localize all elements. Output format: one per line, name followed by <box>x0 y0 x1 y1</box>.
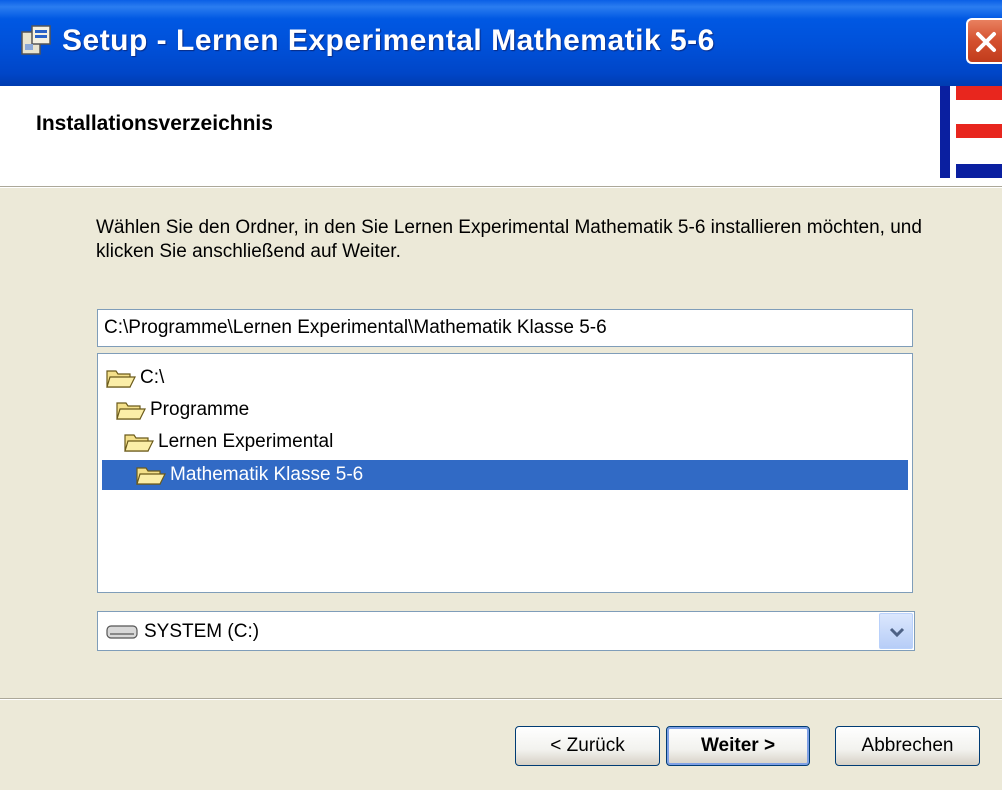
install-path-input[interactable] <box>97 309 913 347</box>
drive-label: SYSTEM (C:) <box>144 621 260 642</box>
drive-select[interactable]: SYSTEM (C:) <box>97 611 915 651</box>
tree-item-label: C:\ <box>140 367 165 388</box>
dropdown-button[interactable] <box>879 613 913 649</box>
folder-open-icon <box>124 434 154 452</box>
tree-item-label: Lernen Experimental <box>158 431 334 452</box>
tree-item-programme[interactable]: Programme <box>116 396 249 424</box>
close-button[interactable] <box>966 18 1002 64</box>
drive-icon <box>106 625 138 639</box>
tree-item-c-drive[interactable]: C:\ <box>106 364 164 392</box>
folder-tree[interactable]: C:\ Programme Lernen Experimental Mathem… <box>97 353 913 593</box>
instruction-text: Wählen Sie den Ordner, in den Sie Lernen… <box>96 217 922 262</box>
close-icon <box>976 32 996 52</box>
tree-item-label: Programme <box>150 399 250 420</box>
header-panel: Installationsverzeichnis <box>0 86 1002 186</box>
next-button[interactable]: Weiter > <box>666 726 810 766</box>
chevron-down-icon <box>889 627 905 638</box>
tree-item-lernen-experimental[interactable]: Lernen Experimental <box>124 428 333 456</box>
footer-separator <box>0 698 1002 700</box>
page-title: Installationsverzeichnis <box>36 112 273 135</box>
header-separator <box>0 186 1002 188</box>
window-title: Setup - Lernen Experimental Mathematik 5… <box>62 24 715 57</box>
cancel-button[interactable]: Abbrechen <box>835 726 980 766</box>
lernen-experimental-logo <box>940 86 1002 178</box>
tree-item-label: Mathematik Klasse 5-6 <box>170 464 364 485</box>
tree-item-mathematik[interactable]: Mathematik Klasse 5-6 <box>102 460 908 490</box>
title-bar[interactable]: Setup - Lernen Experimental Mathematik 5… <box>0 0 1002 86</box>
setup-icon <box>21 25 51 55</box>
back-button[interactable]: < Zurück <box>515 726 660 766</box>
folder-open-icon <box>136 467 166 485</box>
folder-open-icon <box>116 402 146 420</box>
folder-open-icon <box>106 370 136 388</box>
